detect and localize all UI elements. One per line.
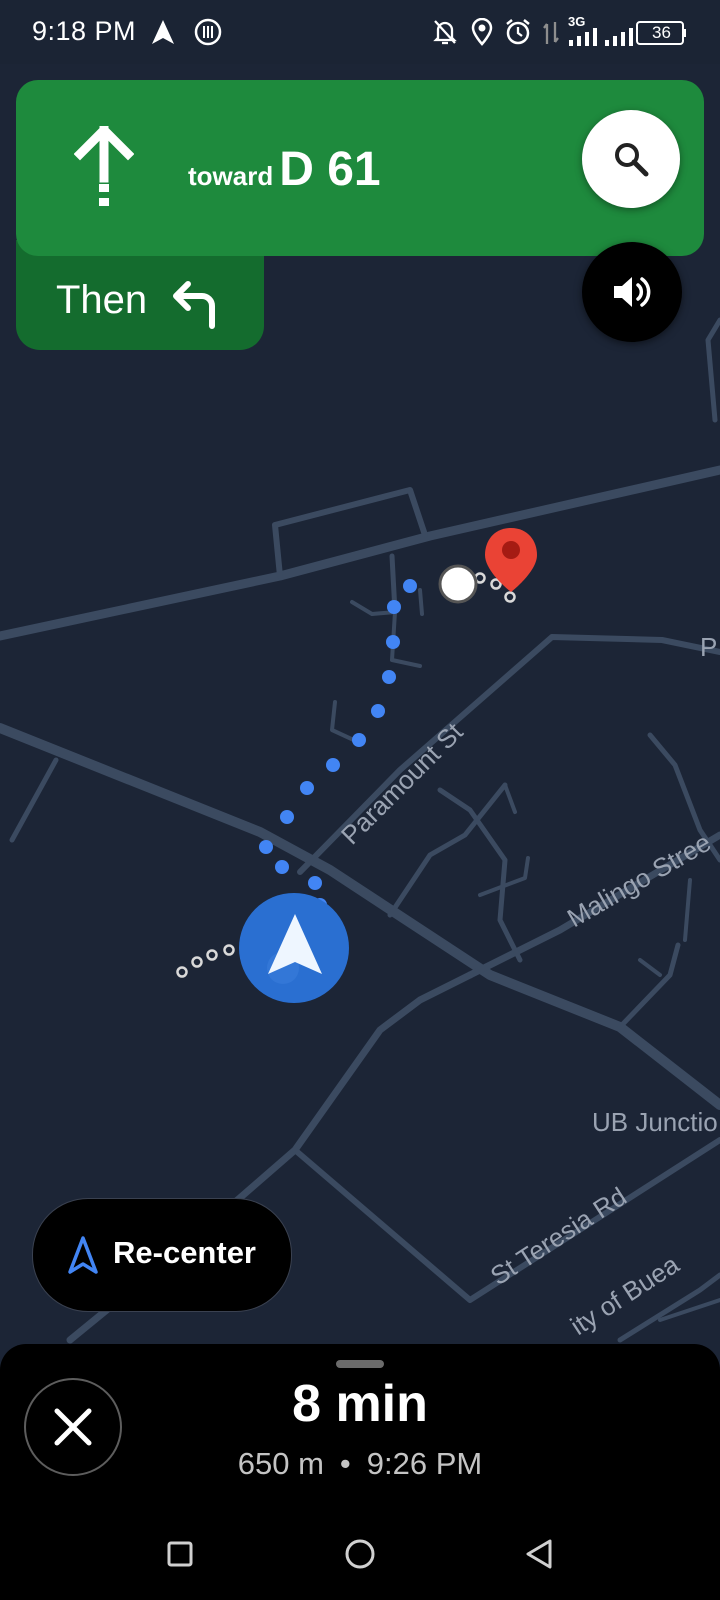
trip-distance: 650 m [237,1446,324,1481]
signal-icon [569,28,597,46]
volume-icon [614,277,651,307]
trip-duration: 8 min [292,1375,428,1433]
system-nav-bar [0,1520,720,1600]
trip-details: 650 m • 9:26 PM [0,1446,720,1482]
app-icon [194,18,222,46]
next-turn-label: Then [56,278,148,322]
direction-text: toward D 61 [188,142,381,197]
toward-word: toward [188,161,274,191]
recenter-label: Re-center [113,1235,256,1270]
signal-icon-2 [605,28,633,46]
sheet-drag-handle[interactable] [336,1360,384,1368]
separator-dot: • [339,1446,351,1481]
search-icon [615,143,649,177]
status-bar: 9:18 PM 3G 36 [0,0,720,64]
arrival-time: 9:26 PM [366,1446,483,1481]
current-location-marker [239,893,349,1003]
search-button[interactable] [582,110,680,208]
battery-level: 36 [652,23,671,42]
status-time: 9:18 PM [32,16,137,46]
recent-apps-icon[interactable] [166,1540,194,1568]
road [418,588,424,616]
navigation-arrow-icon [152,20,174,44]
data-arrows-icon [543,22,559,44]
waypoint-marker [438,564,478,604]
sound-button[interactable] [582,242,682,342]
location-icon [471,18,493,46]
street-label-edge: P [700,632,717,662]
bell-off-icon [433,20,457,45]
alarm-icon [506,19,530,45]
next-turn-card[interactable]: Then [16,240,264,350]
turn-left-icon [173,281,215,329]
back-icon[interactable] [524,1538,554,1570]
navigation-arrow-icon [68,1236,98,1274]
home-icon[interactable] [344,1538,376,1570]
street-label-junction: UB Junctio [592,1107,718,1137]
arrow-straight-icon [74,126,134,206]
road-name: D 61 [279,143,381,196]
recenter-button[interactable]: Re-center [32,1198,292,1312]
network-type: 3G [568,14,586,29]
